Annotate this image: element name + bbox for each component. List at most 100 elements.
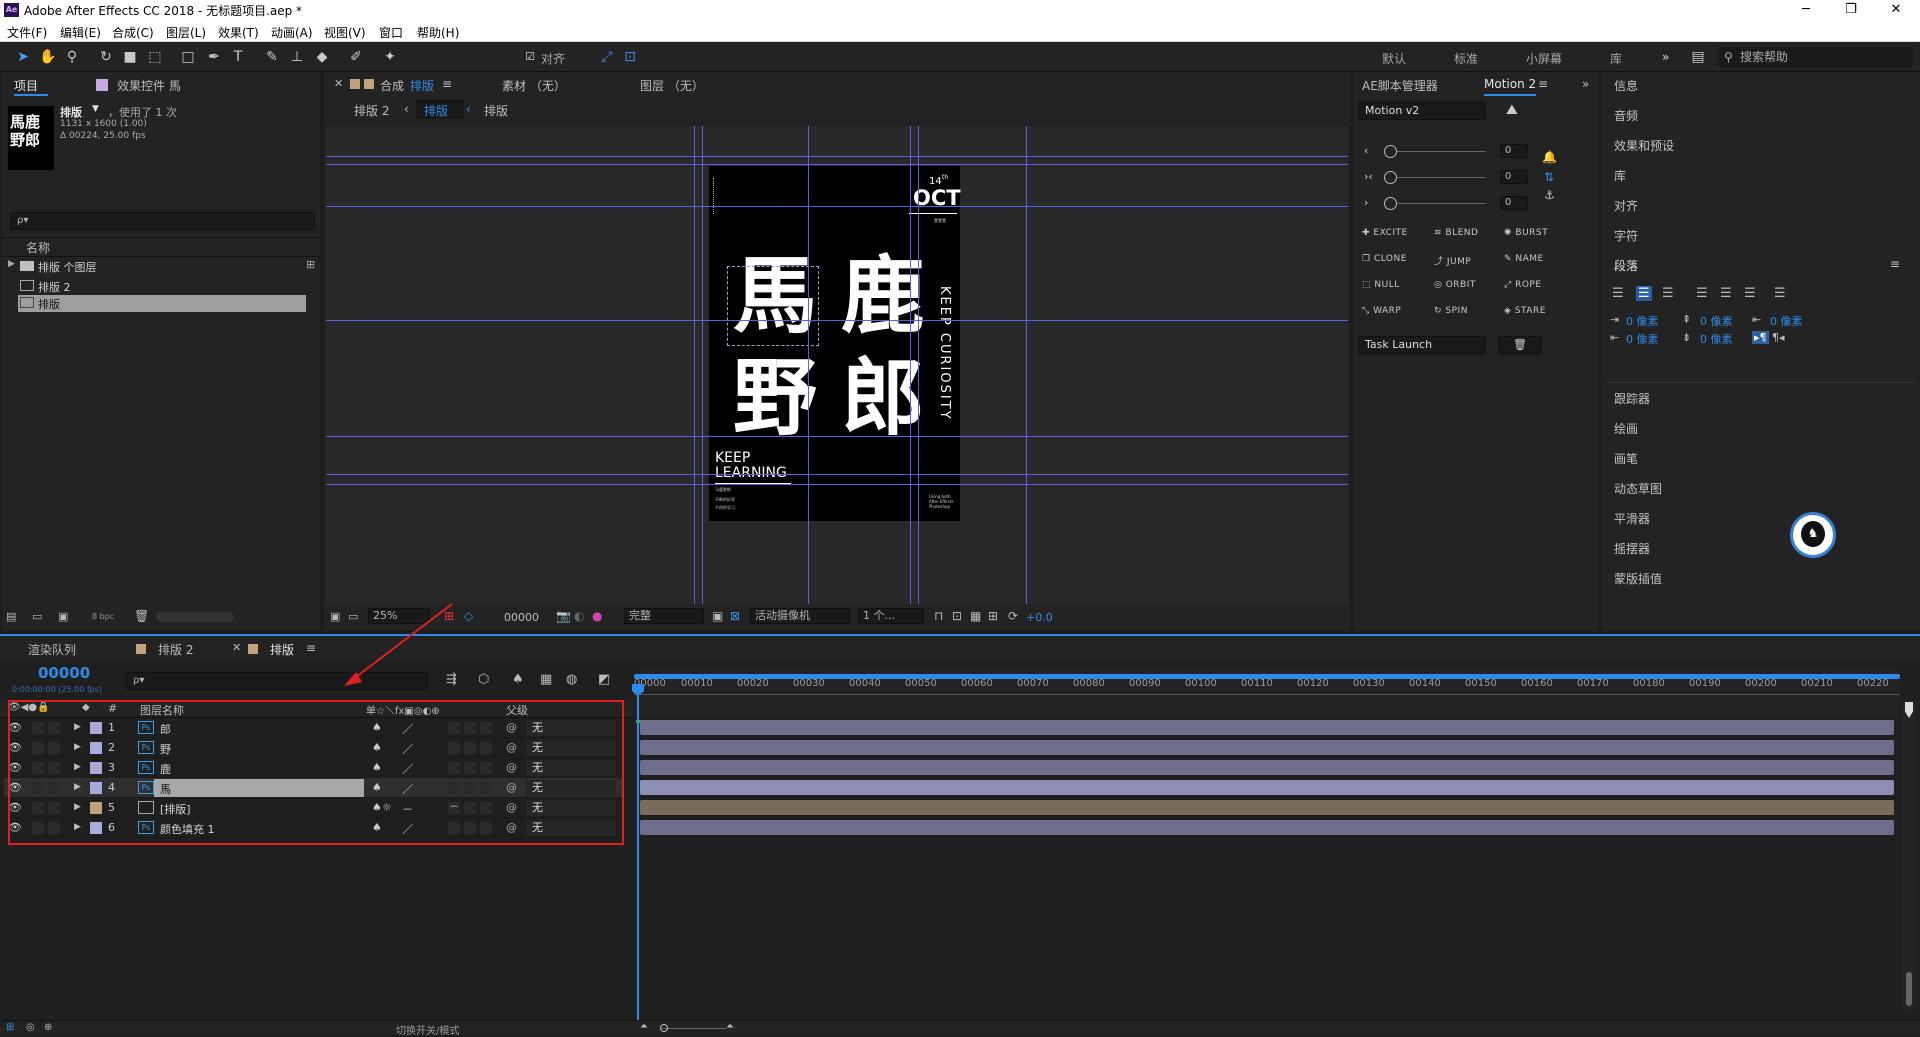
fast-preview-icon[interactable]: ⊡ xyxy=(952,609,962,623)
zoom-tool-icon[interactable]: ⚲ xyxy=(62,47,82,67)
align-checkbox[interactable]: ☑ xyxy=(520,47,540,67)
first-line-value[interactable]: 0 像素 xyxy=(1770,313,1803,329)
menu-animation[interactable]: 动画(A) xyxy=(271,24,313,41)
panel-effects-presets[interactable]: 效果和预设 xyxy=(1614,137,1674,154)
tab-layer[interactable]: 图层 （无） xyxy=(640,77,704,94)
column-name-header[interactable]: 名称 xyxy=(26,239,50,256)
spin-button[interactable]: ↻ SPIN xyxy=(1434,306,1468,316)
slider-track[interactable] xyxy=(1386,177,1486,178)
hand-tool-icon[interactable]: ✋ xyxy=(38,47,58,67)
toggle-inout-icon[interactable]: ⊕ xyxy=(44,1022,52,1033)
guide-line[interactable] xyxy=(910,126,911,604)
layer-duration-bar-selected[interactable] xyxy=(640,780,1894,795)
panel-tracker[interactable]: 跟踪器 xyxy=(1614,390,1650,407)
panel-menu-icon[interactable]: ≡ xyxy=(1890,257,1900,271)
search-help-input[interactable]: 搜索帮助 xyxy=(1718,47,1913,67)
panel-audio[interactable]: 音频 xyxy=(1614,107,1638,124)
stare-button[interactable]: ◈ STARE xyxy=(1504,306,1546,316)
anchor-icon[interactable]: ⚓ xyxy=(1544,188,1555,202)
guide-line[interactable] xyxy=(326,206,1348,207)
project-item-folder[interactable]: ▶ 排版 个图层 ⊞ xyxy=(6,258,315,274)
new-comp-icon[interactable]: ▣ xyxy=(58,610,70,623)
guide-line[interactable] xyxy=(326,164,1348,165)
panel-character[interactable]: 字符 xyxy=(1614,227,1638,244)
menu-view[interactable]: 视图(V) xyxy=(324,24,366,41)
rectangle-tool-icon[interactable]: □ xyxy=(178,47,198,67)
channel-icon[interactable]: ● xyxy=(592,609,602,623)
slider-track[interactable] xyxy=(1386,151,1486,152)
panel-mask-interpolation[interactable]: 蒙版插值 xyxy=(1614,570,1662,587)
panel-paragraph[interactable]: 段落 xyxy=(1614,257,1638,274)
shy-layers-icon[interactable]: ♠ xyxy=(512,672,524,687)
tab-menu-icon[interactable]: ≡ xyxy=(306,641,316,655)
resolution-dropdown[interactable]: 完整 xyxy=(624,608,704,624)
tab-menu-icon[interactable]: ≡ xyxy=(442,77,452,91)
timeline-vertical-scrollbar[interactable] xyxy=(1902,702,1916,1012)
tab-footage[interactable]: 素材 （无） xyxy=(502,77,566,94)
guide-line[interactable] xyxy=(326,436,1348,437)
name-button[interactable]: ✎ NAME xyxy=(1504,254,1544,264)
workspace-library[interactable]: 库 xyxy=(1610,50,1622,67)
guide-line[interactable] xyxy=(326,474,1348,475)
selection-bounding-box[interactable] xyxy=(727,266,819,346)
always-preview-icon[interactable]: ▣ xyxy=(330,610,340,623)
blend-button[interactable]: ≋ BLEND xyxy=(1434,228,1478,238)
slider-thumb[interactable] xyxy=(1384,171,1397,184)
rotate-tool-icon[interactable]: ↻ xyxy=(96,47,116,67)
menu-file[interactable]: 文件(F) xyxy=(7,24,47,41)
tab-motion2[interactable]: Motion 2 xyxy=(1484,77,1536,91)
close-tab-icon[interactable]: ✕ xyxy=(232,641,241,654)
views-dropdown[interactable]: 1 个... xyxy=(858,608,924,624)
panel-align[interactable]: 对齐 xyxy=(1614,197,1638,214)
project-item-comp[interactable]: 排版 2 xyxy=(18,278,306,294)
motion-blur-icon[interactable]: ◍ xyxy=(566,672,577,687)
close-button[interactable]: ✕ xyxy=(1873,0,1919,20)
guide-line[interactable] xyxy=(326,320,1348,321)
viewer-timecode[interactable]: 00000 xyxy=(504,611,539,624)
layer-duration-bar[interactable] xyxy=(640,820,1894,835)
excite-button[interactable]: ✚ EXCITE xyxy=(1362,228,1408,238)
draft-3d-icon[interactable]: ⬡ xyxy=(478,672,489,687)
slider-value-input[interactable]: 0 xyxy=(1500,196,1528,210)
tab-composition-prefix[interactable]: 合成 xyxy=(380,77,404,94)
pen-tool-icon[interactable]: ✒ xyxy=(204,47,224,67)
ltr-direction-icon[interactable]: ▸¶ xyxy=(1752,331,1769,344)
transparency-grid-icon[interactable]: ⊠ xyxy=(730,609,740,623)
menu-edit[interactable]: 编辑(E) xyxy=(60,24,101,41)
guide-line[interactable] xyxy=(808,126,809,604)
guide-line[interactable] xyxy=(326,484,1348,485)
tab-render-queue[interactable]: 渲染队列 xyxy=(28,641,76,658)
tab-effect-controls[interactable]: 效果控件 馬 xyxy=(117,77,181,94)
guide-line[interactable] xyxy=(694,126,695,604)
toggle-transfer-icon[interactable]: ◎ xyxy=(26,1022,35,1033)
close-tab-icon[interactable]: ✕ xyxy=(334,77,343,90)
snap-options-icon[interactable]: ⊡ xyxy=(620,47,640,67)
maximize-button[interactable]: ❐ xyxy=(1828,0,1874,20)
justify-left-icon[interactable]: ☰ xyxy=(1696,286,1708,301)
menu-window[interactable]: 窗口 xyxy=(379,24,403,41)
exposure-value[interactable]: +0.0 xyxy=(1026,611,1053,624)
rope-button[interactable]: ⤢ ROPE xyxy=(1504,280,1542,290)
slider-track[interactable] xyxy=(1386,203,1486,204)
task-launch-dropdown[interactable]: Task Launch xyxy=(1358,336,1486,354)
slider-thumb[interactable] xyxy=(1384,145,1397,158)
breadcrumb-item-current[interactable]: 排版 xyxy=(424,102,448,119)
tab-composition-name[interactable]: 排版 xyxy=(410,77,434,94)
burst-button[interactable]: ✺ BURST xyxy=(1504,228,1548,238)
scrollbar-thumb[interactable] xyxy=(1906,972,1912,1006)
frame-blending-icon[interactable]: ▦ xyxy=(540,672,552,687)
workspace-default[interactable]: 默认 xyxy=(1382,50,1406,67)
panel-libraries[interactable]: 库 xyxy=(1614,167,1626,184)
zoom-in-icon[interactable]: ⏶ xyxy=(726,1021,734,1032)
thumbnail-size-slider[interactable] xyxy=(156,612,234,622)
show-snapshot-icon[interactable]: ◐ xyxy=(574,609,584,623)
clone-button[interactable]: ❐ CLONE xyxy=(1362,254,1407,264)
align-left-icon[interactable]: ☰ xyxy=(1612,286,1624,301)
clone-stamp-tool-icon[interactable]: ⊥ xyxy=(287,47,307,67)
guide-line[interactable] xyxy=(918,126,919,604)
guide-line[interactable] xyxy=(702,126,703,604)
type-tool-icon[interactable]: T xyxy=(228,47,248,67)
layer-duration-bar[interactable] xyxy=(640,760,1894,775)
workspace-small-screen[interactable]: 小屏幕 xyxy=(1526,50,1562,67)
orbit-button[interactable]: ◎ ORBIT xyxy=(1434,280,1476,290)
